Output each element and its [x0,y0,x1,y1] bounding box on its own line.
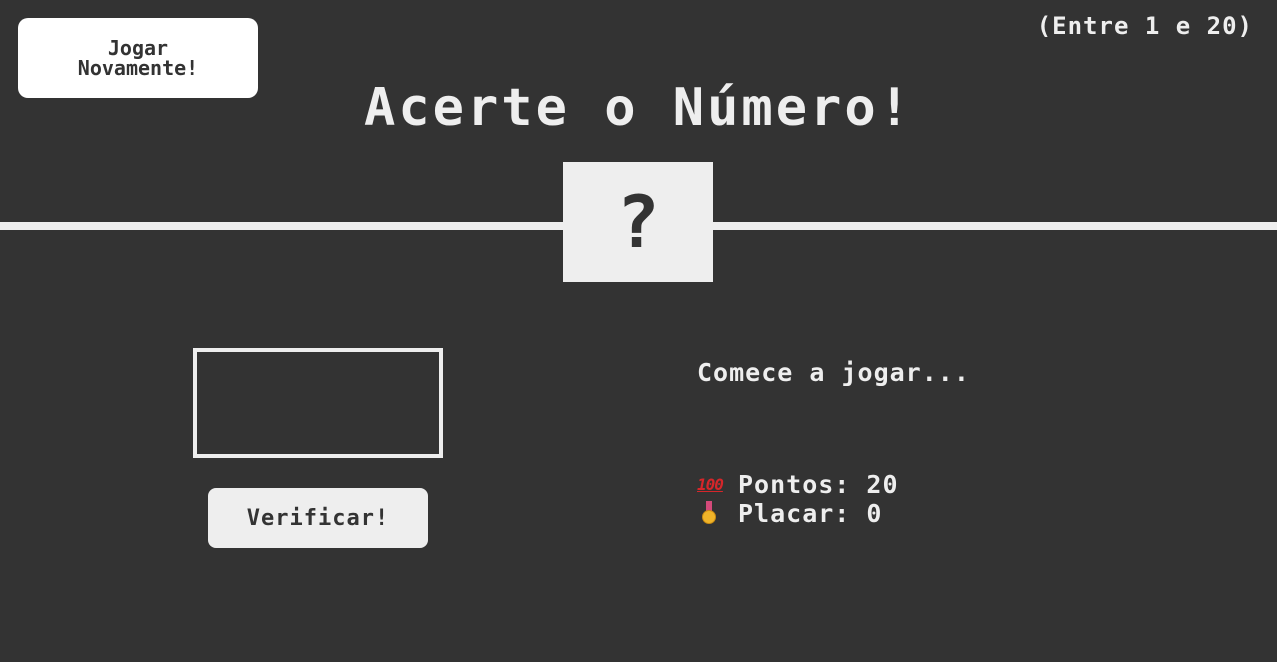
score-value: 20 [866,470,899,499]
play-again-label-line2: Novamente! [77,56,199,80]
hundred-points-icon: 100 [697,475,724,494]
status-message: Comece a jogar... [697,358,970,387]
score-label: Pontos: [738,470,851,499]
highscore-value: 0 [866,499,883,528]
check-button[interactable]: Verificar! [208,488,428,548]
secret-number-box: ? [563,162,713,282]
range-hint: (Entre 1 e 20) [1036,12,1253,40]
medal-icon [697,500,724,527]
page-title: Acerte o Número! [364,78,913,138]
play-again-label-line1: Jogar [107,36,169,60]
highscore-row: Placar: 0 [697,499,882,528]
guess-input[interactable] [193,348,443,458]
score-row: 100 Pontos: 20 [697,470,899,499]
highscore-label: Placar: [738,499,851,528]
